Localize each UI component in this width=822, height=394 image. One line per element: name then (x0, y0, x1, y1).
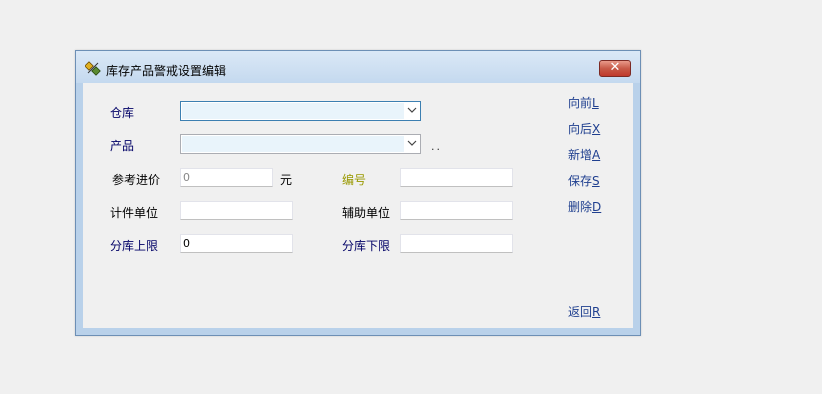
form-area: 仓库 产品 .. 参考进价 0 元 编号 计件单位 辅助单位 分库上限 0 分库… (83, 83, 633, 328)
back-button-label: 返回 (568, 305, 593, 319)
add-button[interactable]: 新增A (568, 146, 600, 163)
lower-limit-input[interactable] (400, 234, 513, 253)
product-select[interactable] (180, 134, 421, 154)
next-button-label: 向后 (568, 122, 593, 136)
ref-price-label: 参考进价 (112, 173, 161, 187)
back-button[interactable]: 返回R (568, 303, 600, 320)
product-label: 产品 (110, 139, 135, 153)
save-button-label: 保存 (568, 174, 593, 188)
close-icon: ✕ (609, 60, 621, 75)
aux-unit-label: 辅助单位 (342, 206, 391, 220)
upper-limit-label: 分库上限 (110, 239, 159, 253)
window-title: 库存产品警戒设置编辑 (106, 64, 227, 78)
code-input[interactable] (400, 168, 513, 187)
prev-button-label: 向前 (568, 96, 593, 110)
delete-button[interactable]: 删除D (568, 198, 601, 215)
product-browse-button[interactable]: .. (431, 140, 442, 153)
prev-button[interactable]: 向前L (568, 94, 599, 111)
chevron-down-icon (407, 107, 417, 113)
next-button[interactable]: 向后X (568, 120, 600, 137)
aux-unit-input[interactable] (400, 201, 513, 220)
prev-button-key: L (592, 96, 599, 110)
warehouse-select-value (182, 103, 404, 119)
add-button-key: A (592, 148, 601, 162)
next-button-key: X (592, 122, 601, 136)
add-button-label: 新增 (568, 148, 593, 162)
lower-limit-label: 分库下限 (342, 239, 391, 253)
warehouse-label: 仓库 (110, 106, 135, 120)
back-button-key: R (592, 305, 601, 319)
save-button[interactable]: 保存S (568, 172, 600, 189)
dialog-window: 库存产品警戒设置编辑 ✕ 仓库 产品 .. 参考进价 0 元 编号 计件单位 辅… (75, 50, 641, 336)
title-bar[interactable]: 库存产品警戒设置编辑 ✕ (76, 51, 640, 83)
pencil-tools-icon (85, 61, 101, 76)
delete-button-key: D (592, 200, 602, 214)
delete-button-label: 删除 (568, 200, 593, 214)
price-unit-label: 元 (280, 173, 293, 187)
close-button[interactable]: ✕ (599, 60, 631, 77)
ref-price-input[interactable]: 0 (180, 168, 273, 187)
chevron-down-icon (407, 140, 417, 146)
save-button-key: S (592, 174, 600, 188)
unit-label: 计件单位 (110, 206, 159, 220)
warehouse-select[interactable] (180, 101, 421, 121)
upper-limit-input[interactable]: 0 (180, 234, 293, 253)
unit-input[interactable] (180, 201, 293, 220)
code-label: 编号 (342, 173, 367, 187)
product-select-value (182, 136, 404, 152)
